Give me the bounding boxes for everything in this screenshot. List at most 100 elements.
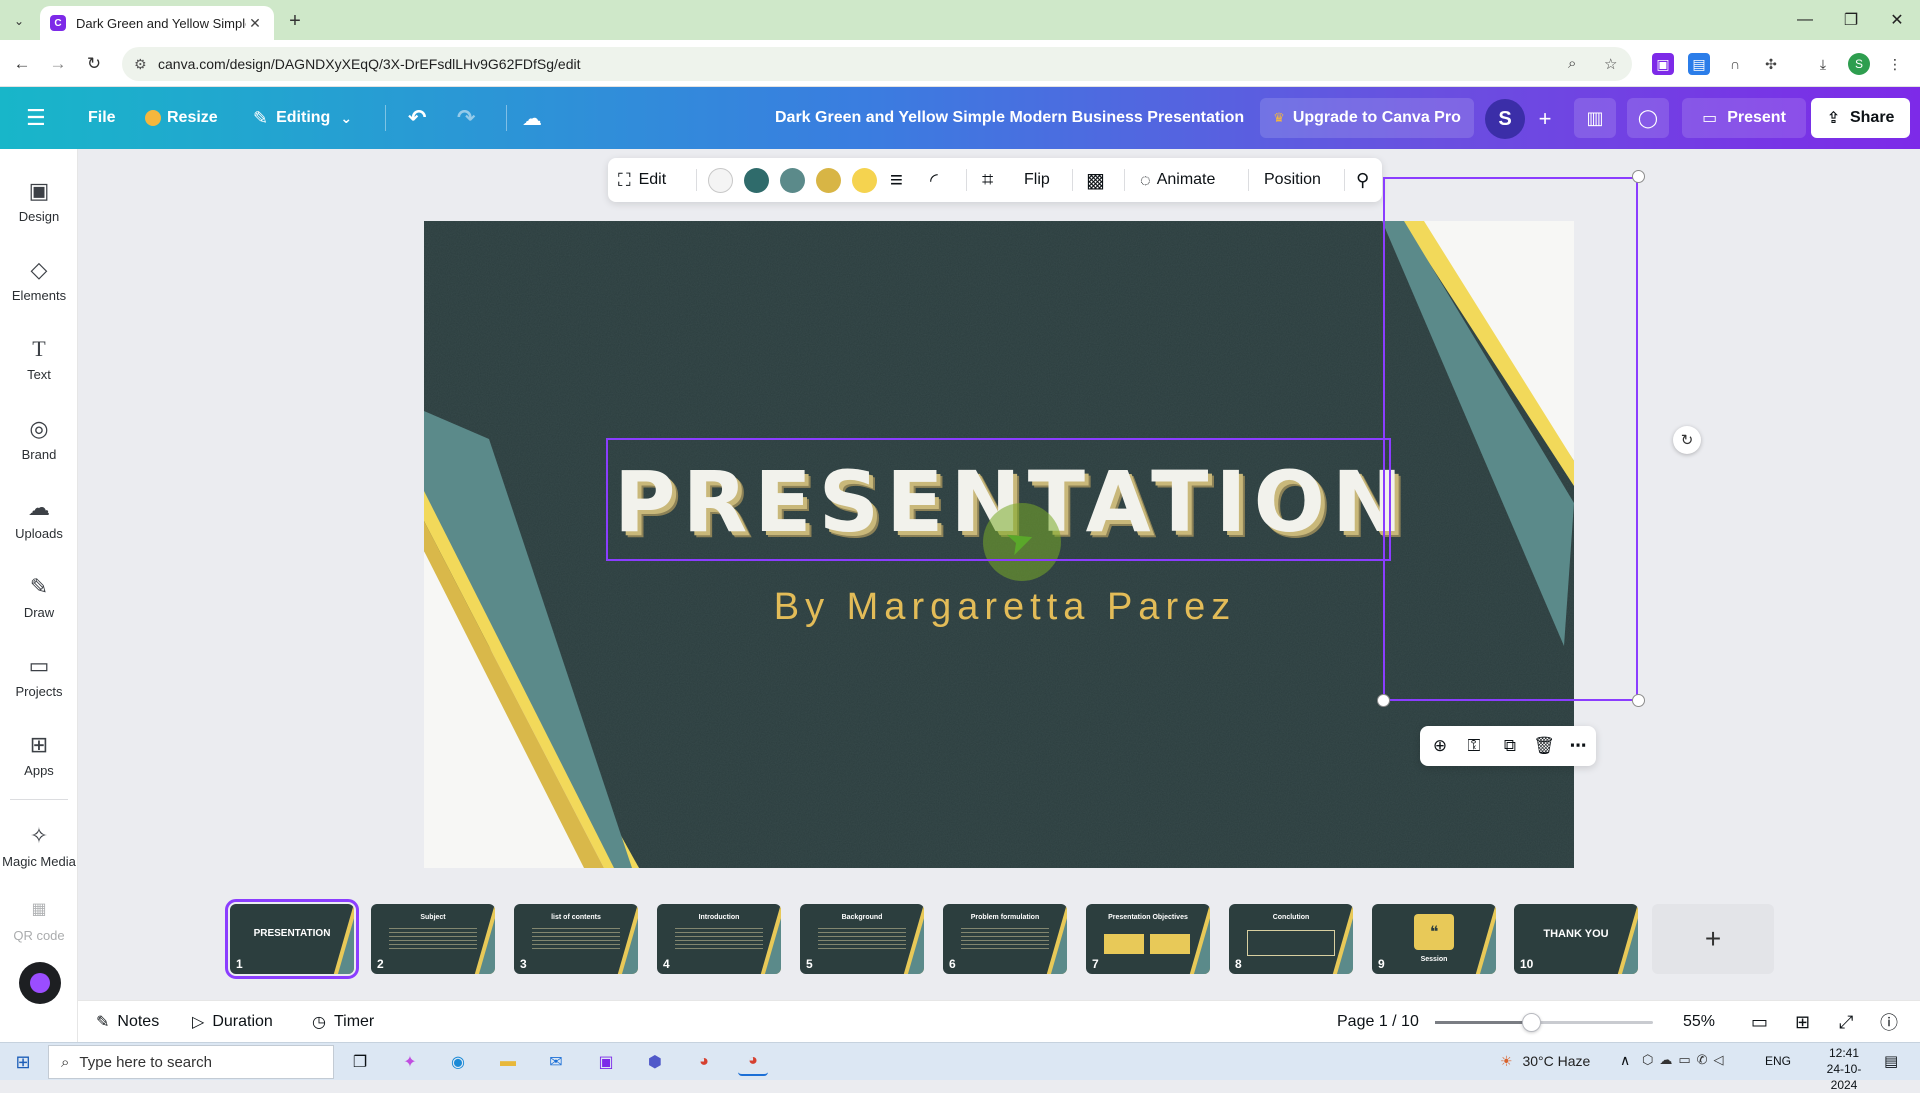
- windows-start-icon[interactable]: ⊞: [8, 1048, 38, 1076]
- page-thumbnail[interactable]: Subject 2: [371, 904, 495, 974]
- add-collaborator-button[interactable]: +: [1530, 104, 1560, 134]
- rail-item-design[interactable]: ▣ Design: [0, 167, 78, 235]
- rail-item-projects[interactable]: ▭ Projects: [0, 642, 78, 710]
- page-thumbnail[interactable]: ❝ Session 9: [1372, 904, 1496, 974]
- downloads-icon[interactable]: ⤓: [1812, 53, 1834, 75]
- page-thumbnail[interactable]: THANK YOU 10: [1514, 904, 1638, 974]
- comments-button[interactable]: ◯: [1627, 98, 1669, 138]
- main-menu-icon[interactable]: ☰: [26, 100, 46, 136]
- page-thumbnail[interactable]: list of contents 3: [514, 904, 638, 974]
- extensions-puzzle-icon[interactable]: ✣: [1760, 53, 1782, 75]
- rail-item-apps[interactable]: ⊞ Apps: [0, 721, 78, 789]
- help-icon[interactable]: ⓘ: [1880, 1001, 1898, 1043]
- page-thumbnail[interactable]: Conclution 8: [1229, 904, 1353, 974]
- delete-trash-icon[interactable]: 🗑: [1532, 734, 1556, 758]
- position-button[interactable]: Position: [1264, 158, 1321, 202]
- fullscreen-icon[interactable]: ⤢: [1839, 1001, 1853, 1043]
- rail-item-magic-media[interactable]: ✧ Magic Media: [0, 812, 78, 880]
- file-menu-button[interactable]: File: [88, 100, 116, 136]
- color-swatch-teal[interactable]: [780, 168, 805, 193]
- page-thumbnail[interactable]: PRESENTATION 1: [225, 899, 359, 979]
- teams-icon[interactable]: ⬢: [640, 1048, 670, 1076]
- slide-subtitle[interactable]: By Margaretta Parez: [614, 586, 1396, 629]
- border-style-icon[interactable]: ≡: [890, 158, 903, 202]
- flip-button[interactable]: Flip: [1024, 158, 1050, 202]
- forward-button[interactable]: →: [44, 50, 72, 78]
- edit-image-button[interactable]: ⛶ Edit: [618, 158, 666, 202]
- profile-avatar[interactable]: S: [1848, 53, 1870, 75]
- task-view-icon[interactable]: ❐: [345, 1048, 375, 1076]
- notes-button[interactable]: ✎ Notes: [96, 1001, 159, 1043]
- comment-add-icon[interactable]: ⊕: [1428, 734, 1452, 758]
- weather-widget[interactable]: ☀ 30°C Haze: [1500, 1053, 1590, 1070]
- zoom-slider[interactable]: [1435, 1013, 1653, 1032]
- transparency-icon[interactable]: ▩: [1086, 158, 1105, 202]
- color-swatch-dark-teal[interactable]: [744, 168, 769, 193]
- undo-button[interactable]: ↶: [408, 100, 426, 136]
- language-indicator[interactable]: ENG: [1765, 1054, 1791, 1068]
- zoom-level[interactable]: 55%: [1683, 1001, 1715, 1043]
- duration-button[interactable]: ▷ Duration: [192, 1001, 273, 1043]
- page-indicator[interactable]: Page 1 / 10: [1337, 1001, 1419, 1043]
- close-tab-icon[interactable]: ✕: [246, 15, 264, 32]
- bookmark-star-icon[interactable]: ☆: [1604, 55, 1617, 73]
- chrome-profile-icon[interactable]: ◕: [738, 1048, 768, 1076]
- site-info-icon[interactable]: ⚙: [134, 56, 147, 73]
- canva-app-icon[interactable]: ▣: [591, 1048, 621, 1076]
- color-swatch-white[interactable]: [708, 168, 733, 193]
- share-button[interactable]: ⇪ Share: [1811, 98, 1910, 138]
- rotate-handle-icon[interactable]: ↻: [1673, 426, 1701, 454]
- tray-chevron-icon[interactable]: ∧: [1620, 1052, 1630, 1069]
- corner-rounding-icon[interactable]: ◜: [930, 158, 938, 202]
- canva-extension-icon[interactable]: ▣: [1652, 53, 1674, 75]
- close-window-icon[interactable]: ✕: [1874, 0, 1920, 40]
- cloud-save-icon[interactable]: ☁: [522, 100, 542, 136]
- document-title[interactable]: Dark Green and Yellow Simple Modern Busi…: [775, 100, 1244, 136]
- present-button[interactable]: ▭ Present: [1682, 98, 1806, 138]
- more-options-icon[interactable]: ⋯: [1566, 734, 1590, 758]
- mail-icon[interactable]: ✉: [541, 1048, 571, 1076]
- restore-window-icon[interactable]: ❐: [1828, 0, 1874, 40]
- copilot-icon[interactable]: ✦: [395, 1048, 425, 1076]
- resize-handle-top-right[interactable]: [1632, 170, 1645, 183]
- page-thumbnail[interactable]: Introduction 4: [657, 904, 781, 974]
- rail-item-draw[interactable]: ✎ Draw: [0, 563, 78, 631]
- user-avatar[interactable]: S: [1485, 99, 1525, 139]
- resize-handle-bottom-left[interactable]: [1377, 694, 1390, 707]
- reload-button[interactable]: ↻: [80, 50, 108, 78]
- rail-item-qr-code[interactable]: ▦ QR code: [0, 886, 78, 954]
- grid-view-icon[interactable]: ⊞: [1795, 1001, 1810, 1043]
- rail-item-uploads[interactable]: ☁ Uploads: [0, 484, 78, 552]
- duplicate-icon[interactable]: ⧉: [1498, 734, 1522, 758]
- browser-tab-active[interactable]: C Dark Green and Yellow Simple M ✕: [40, 6, 274, 40]
- rail-item-brand[interactable]: ◎ Brand: [0, 405, 78, 473]
- docs-extension-icon[interactable]: ▤: [1688, 53, 1710, 75]
- resize-button[interactable]: Resize: [145, 100, 218, 136]
- notification-icon[interactable]: ▤: [1884, 1052, 1898, 1070]
- color-swatch-yellow[interactable]: [852, 168, 877, 193]
- timer-button[interactable]: ◷ Timer: [312, 1001, 374, 1043]
- browser-menu-icon[interactable]: ⋮: [1884, 53, 1906, 75]
- rail-item-text[interactable]: T Text: [0, 325, 78, 393]
- page-thumbnail[interactable]: Presentation Objectives 7: [1086, 904, 1210, 974]
- chrome-icon[interactable]: ◕: [689, 1048, 719, 1076]
- insights-chart-button[interactable]: ▥: [1574, 98, 1616, 138]
- page-thumbnail[interactable]: Background 5: [800, 904, 924, 974]
- edge-browser-icon[interactable]: ◉: [443, 1048, 473, 1076]
- back-button[interactable]: ←: [8, 50, 36, 78]
- redo-button[interactable]: ↷: [457, 100, 475, 136]
- page-thumbnail[interactable]: Problem formulation 6: [943, 904, 1067, 974]
- tab-search-button[interactable]: ⌄: [8, 10, 30, 32]
- color-swatch-gold[interactable]: [816, 168, 841, 193]
- resize-handle-bottom-right[interactable]: [1632, 694, 1645, 707]
- clock[interactable]: 12:41 24-10-2024: [1814, 1045, 1874, 1093]
- zoom-icon[interactable]: ⌕: [1568, 55, 1576, 72]
- file-explorer-icon[interactable]: ▬: [493, 1048, 523, 1076]
- url-input[interactable]: ⚙ canva.com/design/DAGNDXyXEqQ/3X-DrEFsd…: [122, 47, 1632, 81]
- upgrade-pro-button[interactable]: ♛ Upgrade to Canva Pro: [1260, 98, 1474, 138]
- zoom-slider-knob[interactable]: [1521, 1013, 1541, 1032]
- lock-icon[interactable]: ⚿: [1462, 734, 1486, 758]
- add-page-button[interactable]: +: [1652, 904, 1774, 974]
- assistant-orb-button[interactable]: [19, 962, 61, 1004]
- editing-mode-button[interactable]: ✎ Editing ⌄: [253, 100, 352, 136]
